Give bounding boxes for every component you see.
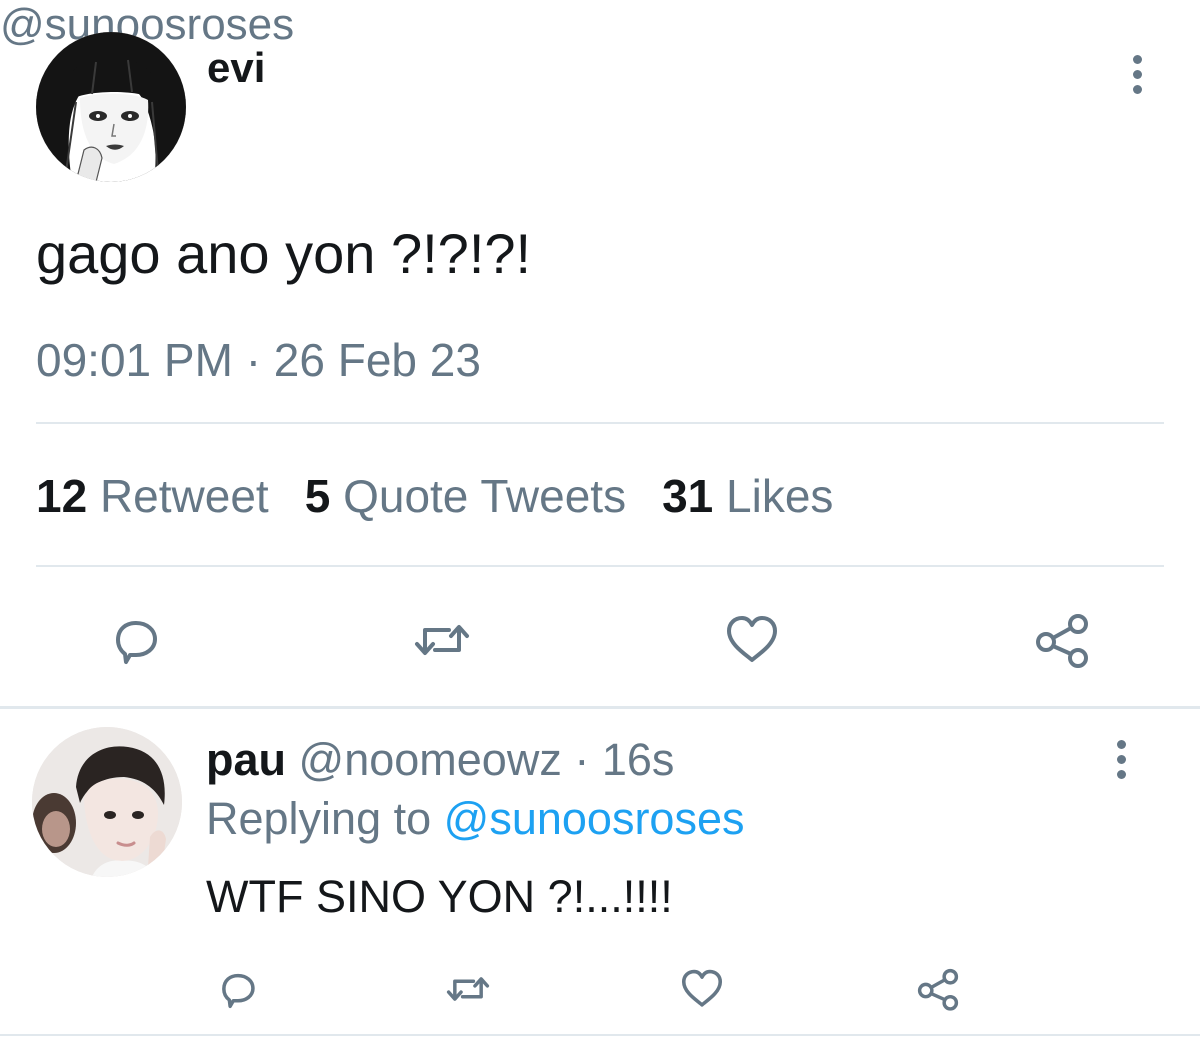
likes-count-link[interactable]: 31 Likes <box>662 470 833 522</box>
retweet-button[interactable] <box>406 604 478 676</box>
author-avatar[interactable] <box>36 32 186 182</box>
reply-more-options-button[interactable] <box>1106 729 1136 789</box>
tweet-time: 09:01 PM <box>36 334 233 386</box>
like-button[interactable] <box>716 604 788 676</box>
replying-to-label: Replying to <box>206 793 432 844</box>
reply-button[interactable] <box>100 604 172 676</box>
reply-header: pau @noomeowz · 16s <box>206 733 674 787</box>
divider <box>36 422 1164 424</box>
divider <box>36 565 1164 567</box>
reply-reply-button[interactable] <box>210 961 266 1017</box>
quote-count: 5 <box>304 470 331 522</box>
quote-count-link[interactable]: 5 Quote Tweets <box>305 470 626 522</box>
more-options-button[interactable] <box>1122 44 1152 104</box>
quote-label: Quote Tweets <box>343 470 627 522</box>
reply-header-separator: · <box>574 734 590 785</box>
retweet-icon <box>446 977 490 1001</box>
share-button[interactable] <box>1026 604 1098 676</box>
more-vertical-icon-dot <box>1132 84 1142 94</box>
tweet-date: 26 Feb 23 <box>273 334 481 386</box>
like-icon <box>727 616 777 662</box>
share-icon <box>917 968 959 1011</box>
more-vertical-icon-dot <box>1132 54 1142 64</box>
person-photo-avatar-icon <box>32 727 182 877</box>
likes-label: Likes <box>726 470 834 522</box>
manga-girl-avatar-icon <box>36 32 186 182</box>
more-vertical-icon-dot <box>1116 739 1126 749</box>
likes-count: 31 <box>662 470 714 522</box>
retweet-icon <box>415 625 469 655</box>
timestamp-separator: · <box>245 334 262 386</box>
reply-author-display-name[interactable]: pau <box>206 734 286 785</box>
replying-to-mention[interactable]: @sunoosroses <box>444 793 745 844</box>
more-vertical-icon-dot <box>1116 754 1126 764</box>
replying-to-line: Replying to @sunoosroses <box>206 792 744 846</box>
tweet-separator <box>0 706 1200 709</box>
reply-share-button[interactable] <box>910 961 966 1017</box>
retweet-label: Retweet <box>99 470 269 522</box>
reply-author-handle[interactable]: @noomeowz <box>299 734 562 785</box>
reply-icon <box>116 621 157 664</box>
retweet-count: 12 <box>36 470 88 522</box>
reply-like-button[interactable] <box>674 961 730 1017</box>
reply-icon <box>222 973 255 1009</box>
tweet-stats: 12 Retweet 5 Quote Tweets 31 Likes <box>36 468 833 524</box>
main-tweet: evi @sunoosroses gago ano yon ?!?!?! 09:… <box>0 0 1200 668</box>
retweet-count-link[interactable]: 12 Retweet <box>36 470 269 522</box>
reply-retweet-button[interactable] <box>440 961 496 1017</box>
tweet-timestamp[interactable]: 09:01 PM · 26 Feb 23 <box>36 333 481 387</box>
author-handle[interactable]: @sunoosroses <box>0 0 1200 50</box>
more-vertical-icon-dot <box>1132 69 1142 79</box>
reply-text: WTF SINO YON ?!...!!!! <box>206 871 673 922</box>
reply-author-avatar[interactable] <box>32 727 182 877</box>
divider <box>0 1034 1200 1036</box>
tweet-text: gago ano yon ?!?!?! <box>36 222 532 285</box>
like-icon <box>681 969 723 1007</box>
author-display-name[interactable]: evi <box>207 44 265 92</box>
share-icon <box>1036 614 1088 668</box>
reply-time-ago[interactable]: 16s <box>602 734 675 785</box>
more-vertical-icon-dot <box>1116 769 1126 779</box>
